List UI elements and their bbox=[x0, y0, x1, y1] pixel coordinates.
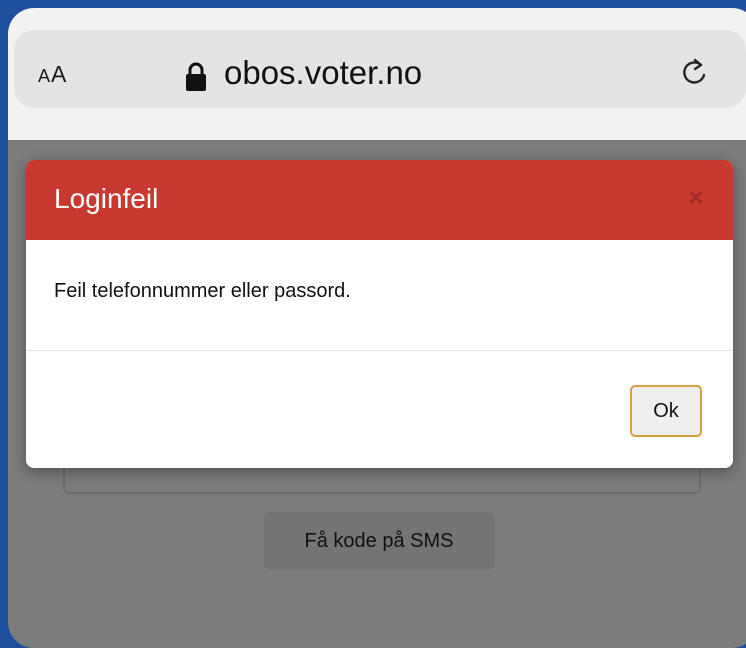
text-size-large-label: A bbox=[51, 61, 68, 87]
url-text: obos.voter.no bbox=[224, 54, 423, 91]
dialog-header: Loginfeil × bbox=[26, 160, 733, 240]
sms-code-button[interactable]: Få kode på SMS bbox=[264, 512, 494, 570]
close-icon[interactable]: × bbox=[681, 182, 711, 212]
text-size-button[interactable]: AA bbox=[38, 61, 67, 88]
dialog-divider bbox=[26, 350, 733, 351]
dialog-message: Feil telefonnummer eller passord. bbox=[54, 280, 351, 302]
login-error-dialog: Loginfeil × Feil telefonnummer eller pas… bbox=[26, 160, 733, 468]
browser-toolbar: AA obos.voter.no bbox=[8, 8, 746, 140]
lock-icon bbox=[186, 62, 206, 91]
dialog-title: Loginfeil bbox=[54, 183, 159, 214]
ok-button[interactable]: Ok bbox=[630, 385, 702, 437]
reload-icon[interactable] bbox=[678, 56, 712, 90]
text-size-small-label: A bbox=[38, 66, 52, 86]
